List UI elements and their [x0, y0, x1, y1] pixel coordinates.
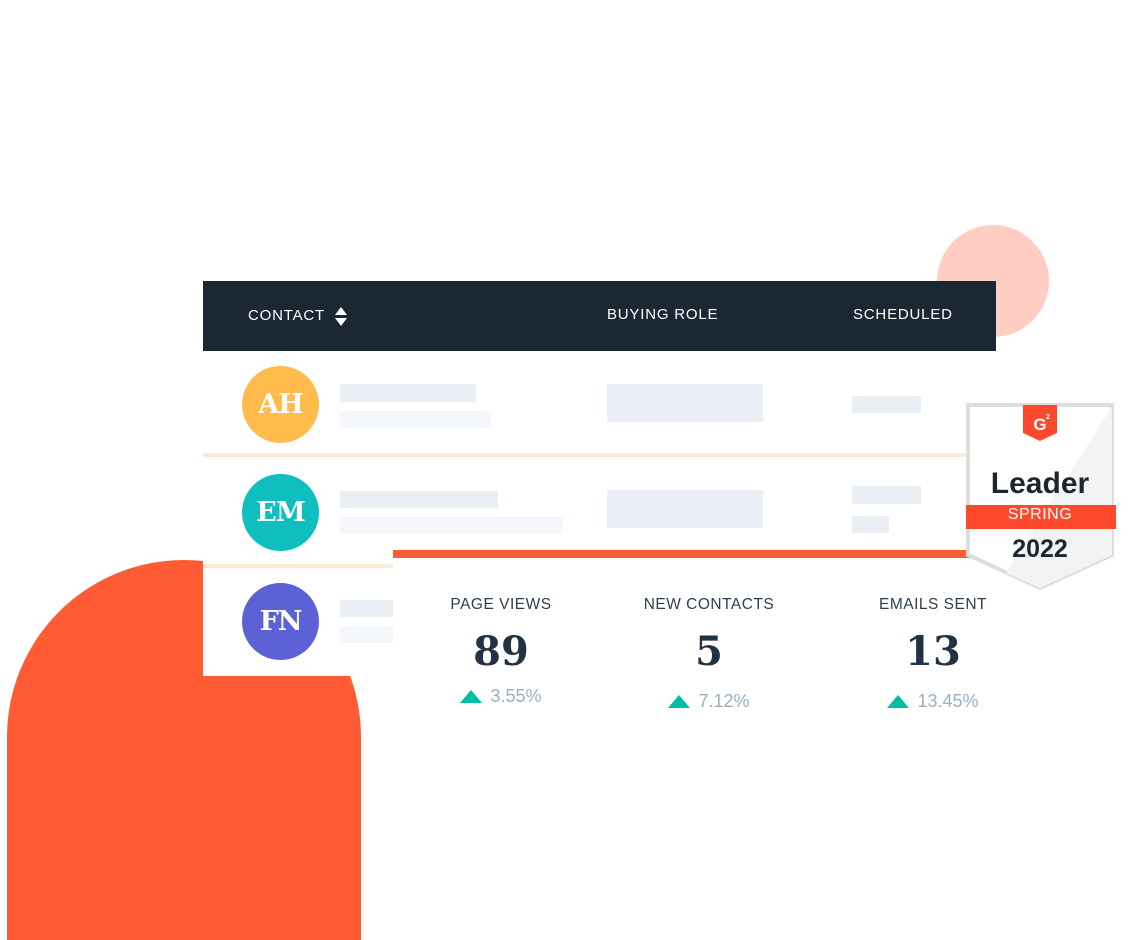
stat-change-value: 3.55% [490, 686, 542, 706]
name-placeholder [340, 491, 498, 508]
column-label-contact: CONTACT [248, 307, 325, 324]
stat-value: 5 [695, 628, 723, 675]
column-header-buying-role[interactable]: BUYING ROLE [607, 281, 718, 351]
svg-text:G: G [1033, 415, 1046, 434]
stat-change: 3.55% [401, 686, 601, 707]
trend-up-icon [460, 690, 483, 703]
scheduled-placeholder [852, 516, 889, 533]
name-placeholder [340, 384, 476, 402]
row-divider [203, 453, 996, 457]
email-placeholder [340, 626, 393, 643]
stat-change-value: 13.45% [917, 691, 979, 711]
stat-value: 89 [473, 628, 529, 675]
stat-label: NEW CONTACTS [643, 596, 775, 613]
avatar: EM [242, 474, 319, 551]
stat-change-value: 7.12% [698, 691, 750, 711]
stats-panel: PAGE VIEWS 89 3.55% NEW CONTACTS 5 7.12%… [393, 550, 996, 750]
buying-role-placeholder [607, 384, 763, 422]
name-placeholder [340, 600, 393, 617]
table-row[interactable]: AH [203, 351, 996, 459]
column-header-contact[interactable]: CONTACT [248, 281, 347, 351]
stats-accent-bar [393, 550, 996, 558]
badge-year: 2022 [1012, 535, 1068, 563]
email-placeholder [340, 517, 563, 534]
trend-up-icon [668, 695, 691, 708]
g2-leader-badge: G 2 Leader SPRING 2022 [966, 403, 1116, 593]
badge-season: SPRING [1007, 506, 1073, 523]
scheduled-placeholder [852, 396, 921, 413]
avatar: FN [242, 583, 319, 660]
stat-change: 7.12% [609, 691, 809, 712]
email-placeholder [340, 411, 491, 428]
trend-up-icon [887, 695, 910, 708]
avatar: AH [242, 366, 319, 443]
badge-title: Leader [990, 467, 1090, 500]
sort-icon[interactable] [334, 306, 347, 326]
svg-text:2: 2 [1046, 414, 1050, 421]
column-header-scheduled[interactable]: SCHEDULED [853, 281, 953, 351]
buying-role-placeholder [607, 490, 763, 528]
stat-change: 13.45% [833, 691, 1033, 712]
stat-label: EMAILS SENT [879, 596, 987, 613]
stat-label: PAGE VIEWS [450, 596, 552, 613]
scheduled-placeholder [852, 486, 921, 504]
table-header: CONTACT BUYING ROLE SCHEDULED [203, 281, 996, 351]
stat-value: 13 [905, 628, 961, 675]
table-row[interactable]: FN [203, 568, 393, 676]
